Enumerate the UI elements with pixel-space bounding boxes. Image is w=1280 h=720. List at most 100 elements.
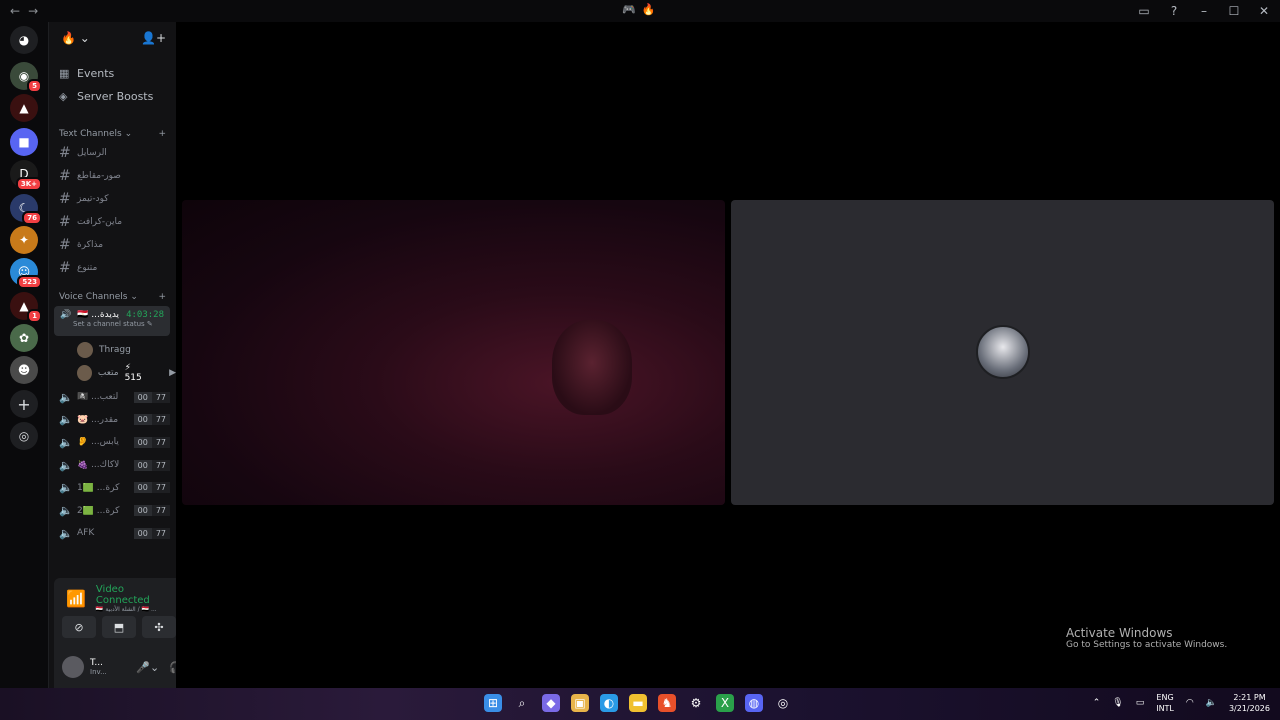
- camera-icon: ▶: [169, 368, 176, 378]
- events-label: Events: [77, 67, 115, 80]
- text-channel[interactable]: # متنوع: [59, 258, 170, 278]
- server-header[interactable]: 🔥 ⌄ 👤+: [49, 22, 176, 54]
- display-icon[interactable]: ▭: [1136, 698, 1145, 708]
- text-channel[interactable]: # ماين-كرافت: [59, 212, 170, 232]
- voice-channel[interactable]: 🔈 🍇 ...لاكاك 00 77: [59, 455, 170, 475]
- screen-share-button[interactable]: ⬒: [102, 616, 136, 638]
- window-controls: ▭ ? – ☐ ✕: [1136, 0, 1280, 22]
- voice-member[interactable]: Thragg: [77, 342, 131, 358]
- voice-channel[interactable]: 🔈 1🟩 ...كرة 00 77: [59, 478, 170, 498]
- avatar-tile[interactable]: [731, 200, 1274, 505]
- voice-channel[interactable]: 🔈 👂 ...يابس 00 77: [59, 432, 170, 452]
- connection-status[interactable]: Video Connected: [96, 584, 159, 606]
- back-arrow-icon[interactable]: ←: [10, 4, 20, 18]
- language-indicator[interactable]: ENG INTL: [1156, 692, 1174, 714]
- add-member-icon[interactable]: 👤+: [141, 31, 166, 45]
- user-max: 77: [151, 436, 170, 448]
- user-max: 77: [151, 482, 170, 494]
- mic-tray-icon[interactable]: 🎙: [1112, 698, 1123, 708]
- events-link[interactable]: ▦ Events: [59, 67, 114, 80]
- discover-icon[interactable]: ◎: [10, 422, 38, 450]
- mention-badge: 523: [17, 275, 42, 289]
- voice-channel[interactable]: 🔈 2🟩 ...كرة 00 77: [59, 501, 170, 521]
- text-category[interactable]: Text Channels ⌄ +: [59, 129, 166, 139]
- discord-home-icon[interactable]: ◕: [10, 26, 38, 54]
- voice-member[interactable]: متعب ⚡ 515 ▶: [77, 363, 176, 383]
- server-icon[interactable]: ☻: [10, 356, 38, 384]
- taskbar-app-icon[interactable]: ▬: [629, 694, 647, 712]
- server-icon[interactable]: D 3K+: [10, 160, 42, 191]
- minimize-icon[interactable]: –: [1196, 4, 1212, 18]
- text-channel[interactable]: # الرسايل: [59, 143, 170, 163]
- taskbar-app-icon[interactable]: ⌕: [513, 694, 531, 712]
- taskbar-app-icon[interactable]: ⊞: [484, 694, 502, 712]
- text-channel[interactable]: # صور-مقاطع: [59, 166, 170, 186]
- video-tile[interactable]: [182, 200, 725, 505]
- server-icon[interactable]: ▲ 1: [10, 292, 42, 323]
- camera-off-button[interactable]: ⊘: [62, 616, 96, 638]
- add-channel-icon[interactable]: +: [158, 129, 166, 139]
- server-icon[interactable]: ■: [10, 128, 38, 156]
- channel-name: ماين-كرافت: [77, 217, 123, 227]
- server-icon[interactable]: ✦: [10, 226, 38, 254]
- voice-channel[interactable]: 🔈 AFK 00 77: [59, 523, 170, 543]
- add-server-icon[interactable]: +: [10, 390, 38, 418]
- hash-icon: #: [59, 214, 71, 230]
- add-voice-channel-icon[interactable]: +: [158, 292, 166, 302]
- speaker-icon: 🔈: [59, 504, 73, 517]
- text-channel[interactable]: # مذاكرة: [59, 235, 170, 255]
- avatar: [77, 365, 92, 381]
- wifi-icon[interactable]: ◠: [1186, 698, 1194, 708]
- member-badge: ⚡ 515: [124, 363, 142, 383]
- taskbar-app-icon[interactable]: ◎: [774, 694, 792, 712]
- chevron-up-icon[interactable]: ⌃: [1093, 698, 1101, 708]
- channel-name: متنوع: [77, 263, 98, 273]
- text-category-label: Text Channels ⌄: [59, 129, 133, 139]
- server-icon[interactable]: ☺ 523: [10, 258, 42, 289]
- taskbar-app-icon[interactable]: ◐: [600, 694, 618, 712]
- voice-category[interactable]: Voice Channels ⌄ +: [59, 292, 166, 302]
- speaker-icon: 🔈: [59, 481, 73, 495]
- taskbar-app-icon[interactable]: ▣: [571, 694, 589, 712]
- avatar: [77, 342, 93, 358]
- taskbar-app-icon[interactable]: ⚙: [687, 694, 705, 712]
- taskbar-app-icon[interactable]: ◆: [542, 694, 560, 712]
- clock[interactable]: 2:21 PM 3/21/2026: [1229, 692, 1270, 714]
- server-icon[interactable]: ✿: [10, 324, 38, 352]
- user-limit: 00 77: [133, 505, 170, 516]
- windows-activation-watermark: Activate Windows Go to Settings to activ…: [1066, 626, 1227, 650]
- voice-channel[interactable]: 🔈 🐷 ...مقدر 00 77: [59, 410, 170, 430]
- speaker-icon: 🔊: [60, 310, 72, 320]
- channel-status-link[interactable]: Set a channel status ✎: [54, 320, 170, 328]
- active-voice-name: 🇪🇬 ...يديدة: [77, 310, 120, 320]
- user-count: 00: [133, 482, 152, 494]
- inbox-icon[interactable]: ▭: [1136, 4, 1152, 18]
- user-limit: 00 77: [133, 414, 170, 426]
- server-icon[interactable]: ◉ 5: [10, 62, 42, 93]
- server-icon[interactable]: ▲: [10, 94, 38, 122]
- taskbar-app-icon[interactable]: ◍: [745, 694, 763, 712]
- server-rail: ◕ ◉ 5 ▲ ■ D 3K+ ☾ 76 ✦ ☺ 523 ▲ 1 ✿ ☻ + ◎: [0, 22, 48, 688]
- speaker-icon: 🔈: [59, 435, 73, 449]
- taskbar-app-icon[interactable]: X: [716, 694, 734, 712]
- voice-channel[interactable]: 🔈 🏴‍☠️ ...لتعب 00 77: [59, 387, 170, 407]
- close-icon[interactable]: ✕: [1256, 4, 1272, 18]
- calendar-icon: ▦: [59, 67, 70, 80]
- microphone-icon[interactable]: 🎤⌄: [136, 661, 159, 674]
- server-icon[interactable]: ☾ 76: [10, 194, 42, 225]
- forward-arrow-icon[interactable]: →: [28, 4, 38, 18]
- maximize-icon[interactable]: ☐: [1226, 4, 1242, 18]
- user-avatar[interactable]: [62, 656, 84, 678]
- active-voice-channel[interactable]: 🔊 🇪🇬 ...يديدة 4:03:28 Set a channel stat…: [54, 306, 170, 336]
- hash-icon: #: [59, 168, 71, 184]
- help-icon[interactable]: ?: [1166, 4, 1182, 18]
- activities-button[interactable]: ✣: [142, 616, 176, 638]
- voice-timer: 4:03:28: [126, 310, 164, 320]
- taskbar-app-icon[interactable]: ♞: [658, 694, 676, 712]
- text-channel[interactable]: # كود-تيمز: [59, 189, 170, 209]
- server-glyph: ✦: [18, 233, 30, 247]
- boosts-link[interactable]: ◈ Server Boosts: [59, 90, 153, 103]
- volume-icon[interactable]: 🔈: [1206, 698, 1217, 708]
- mention-badge: 1: [27, 309, 42, 323]
- server-name-icon: 🔥 ⌄: [61, 31, 90, 45]
